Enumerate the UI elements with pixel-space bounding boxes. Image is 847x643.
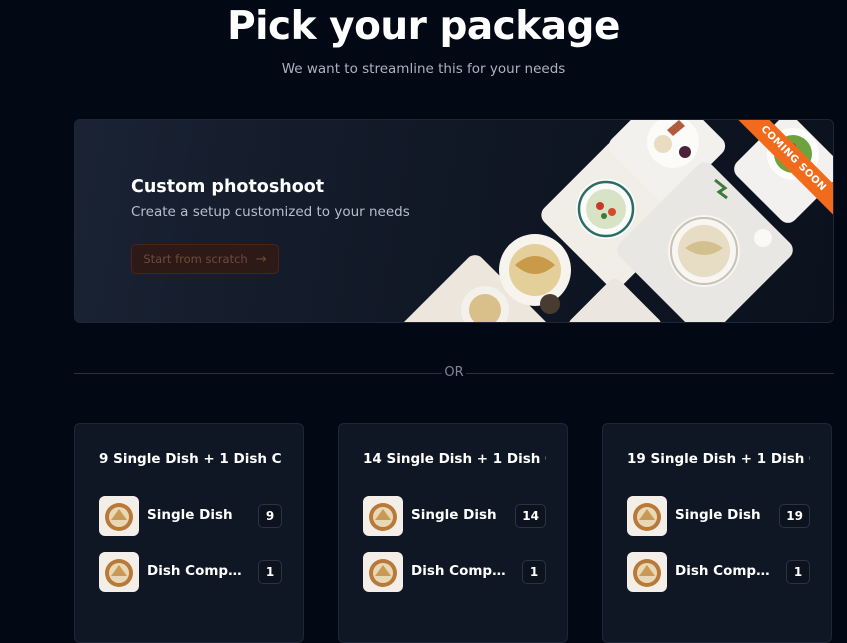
custom-photoshoot-card[interactable]: COMING SOON Custom photoshoot Create a s…: [74, 119, 834, 323]
package-item-label: Single Dish: [147, 507, 233, 523]
package-card-2[interactable]: 14 Single Dish + 1 Dish Composition Sing…: [338, 423, 568, 643]
package-title: 14 Single Dish + 1 Dish Composition: [363, 451, 546, 467]
package-title: 9 Single Dish + 1 Dish Composition: [99, 451, 282, 467]
package-item-label: Single Dish: [675, 507, 761, 523]
food-collage-image: [380, 120, 833, 322]
single-dish-icon: [363, 496, 403, 536]
start-from-scratch-label: Start from scratch: [143, 252, 248, 266]
dish-composition-icon: [99, 552, 139, 592]
package-item-label: Single Dish: [411, 507, 497, 523]
or-divider-label: OR: [444, 365, 464, 380]
single-dish-icon: [627, 496, 667, 536]
package-title: 19 Single Dish + 1 Dish Composition: [627, 451, 810, 467]
package-item-count: 9: [258, 504, 282, 528]
package-item-count: 1: [522, 560, 546, 584]
divider-left: [74, 373, 442, 374]
dish-composition-icon: [363, 552, 403, 592]
package-item-count: 14: [515, 504, 546, 528]
package-card-1[interactable]: 9 Single Dish + 1 Dish Composition Singl…: [74, 423, 304, 643]
package-item-dish-composition: Dish Composition 1: [99, 552, 282, 592]
package-item-dish-composition: Dish Composition 1: [363, 552, 546, 592]
package-item-count: 1: [786, 560, 810, 584]
page-title: Pick your package: [227, 4, 620, 49]
package-item-dish-composition: Dish Composition 1: [627, 552, 810, 592]
package-card-3[interactable]: 19 Single Dish + 1 Dish Composition Sing…: [602, 423, 832, 643]
package-item-label: Dish Composition: [675, 563, 773, 579]
package-item-single-dish: Single Dish 14: [363, 496, 546, 536]
package-item-label: Dish Composition: [411, 563, 509, 579]
arrow-right-icon: →: [255, 251, 267, 267]
single-dish-icon: [99, 496, 139, 536]
start-from-scratch-button[interactable]: Start from scratch →: [131, 244, 279, 274]
custom-photoshoot-title: Custom photoshoot: [131, 177, 325, 197]
dish-composition-icon: [627, 552, 667, 592]
package-item-single-dish: Single Dish 19: [627, 496, 810, 536]
package-item-count: 1: [258, 560, 282, 584]
divider-right: [466, 373, 834, 374]
page-subtitle: We want to streamline this for your need…: [281, 61, 566, 77]
package-item-count: 19: [779, 504, 810, 528]
custom-photoshoot-description: Create a setup customized to your needs: [131, 204, 410, 220]
package-item-label: Dish Composition: [147, 563, 245, 579]
package-item-single-dish: Single Dish 9: [99, 496, 282, 536]
